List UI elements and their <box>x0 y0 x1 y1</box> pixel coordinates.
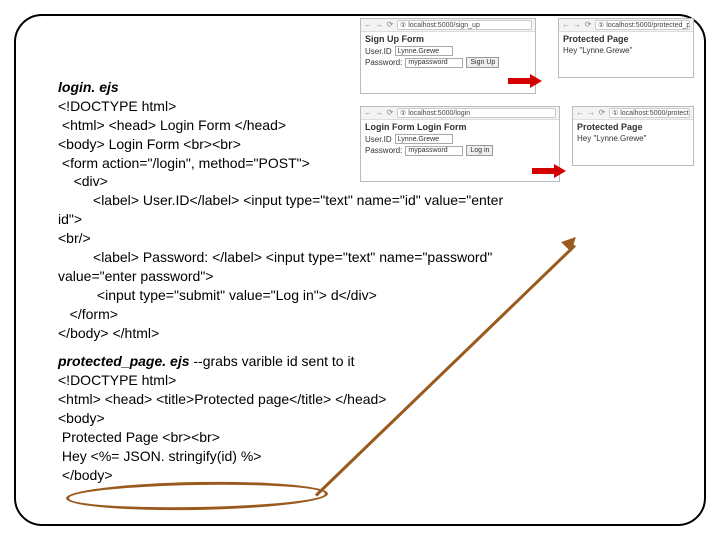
code-line: </body> <box>58 466 518 485</box>
back-icon: ← <box>562 21 570 29</box>
code-line: value="enter password"> <box>58 267 518 286</box>
code-line: <!DOCTYPE html> <box>58 371 518 390</box>
screenshot-cluster: ← → ⟳ ① localhost:5000/sign_up Sign Up F… <box>360 16 700 226</box>
page-body: Hey "Lynne.Grewe" <box>577 134 689 143</box>
forward-icon: → <box>375 109 383 117</box>
address-bar: ① localhost:5000/protected_page <box>609 108 690 118</box>
userid-label: User.ID <box>365 135 392 144</box>
code-line: Protected Page <br><br> <box>58 428 518 447</box>
code-line: <html> <head> <title>Protected page</tit… <box>58 390 518 409</box>
address-bar: ① localhost:5000/sign_up <box>397 20 532 30</box>
userid-field: Lynne.Grewe <box>395 46 453 56</box>
code-line: <input type="submit" value="Log in"> d</… <box>58 286 518 305</box>
code-line: </form> <box>58 305 518 324</box>
page-title: Protected Page <box>563 34 689 44</box>
forward-icon: → <box>587 109 595 117</box>
password-label: Password: <box>365 58 402 67</box>
forward-icon: → <box>375 21 383 29</box>
code-line: <br/> <box>58 229 518 248</box>
reload-icon: ⟳ <box>584 21 592 29</box>
address-bar: ① localhost:5000/protected_page <box>595 20 690 30</box>
page-title: Protected Page <box>577 122 689 132</box>
back-icon: ← <box>364 21 372 29</box>
userid-label: User.ID <box>365 47 392 56</box>
address-bar: ① localhost:5000/login <box>397 108 556 118</box>
browser-toolbar: ← → ⟳ ① localhost:5000/login <box>361 107 559 120</box>
page-body: Hey "Lynne.Grewe" <box>563 46 689 55</box>
red-arrow-icon <box>532 164 566 178</box>
code-line: </body> </html> <box>58 324 518 343</box>
signup-button: Sign Up <box>466 57 499 68</box>
forward-icon: → <box>573 21 581 29</box>
window-login: ← → ⟳ ① localhost:5000/login Login Form … <box>360 106 560 182</box>
browser-toolbar: ← → ⟳ ① localhost:5000/protected_page <box>559 19 693 32</box>
window-protected-1: ← → ⟳ ① localhost:5000/protected_page Pr… <box>558 18 694 78</box>
code-line: <body> <box>58 409 518 428</box>
reload-icon: ⟳ <box>598 109 606 117</box>
slide-frame: login. ejs <!DOCTYPE html> <html> <head>… <box>14 14 706 526</box>
page-title: Login Form Login Form <box>365 122 555 132</box>
password-label: Password: <box>365 146 402 155</box>
code-line: <label> Password: </label> <input type="… <box>58 248 518 267</box>
code-line: Hey <%= JSON. stringify(id) %> <box>58 447 518 466</box>
annotation-arrow-head <box>561 232 581 252</box>
back-icon: ← <box>364 109 372 117</box>
page-title: Sign Up Form <box>365 34 531 44</box>
reload-icon: ⟳ <box>386 21 394 29</box>
login-button: Log in <box>466 145 493 156</box>
back-icon: ← <box>576 109 584 117</box>
file2-suffix: --grabs varible id sent to it <box>190 353 355 369</box>
browser-toolbar: ← → ⟳ ① localhost:5000/sign_up <box>361 19 535 32</box>
password-field: mypassword <box>405 146 463 156</box>
red-arrow-icon <box>508 74 542 88</box>
browser-toolbar: ← → ⟳ ① localhost:5000/protected_page <box>573 107 693 120</box>
reload-icon: ⟳ <box>386 109 394 117</box>
userid-field: Lynne.Grewe <box>395 134 453 144</box>
window-protected-2: ← → ⟳ ① localhost:5000/protected_page Pr… <box>572 106 694 166</box>
password-field: mypassword <box>405 58 463 68</box>
file2-label: protected_page. ejs <box>58 353 190 369</box>
